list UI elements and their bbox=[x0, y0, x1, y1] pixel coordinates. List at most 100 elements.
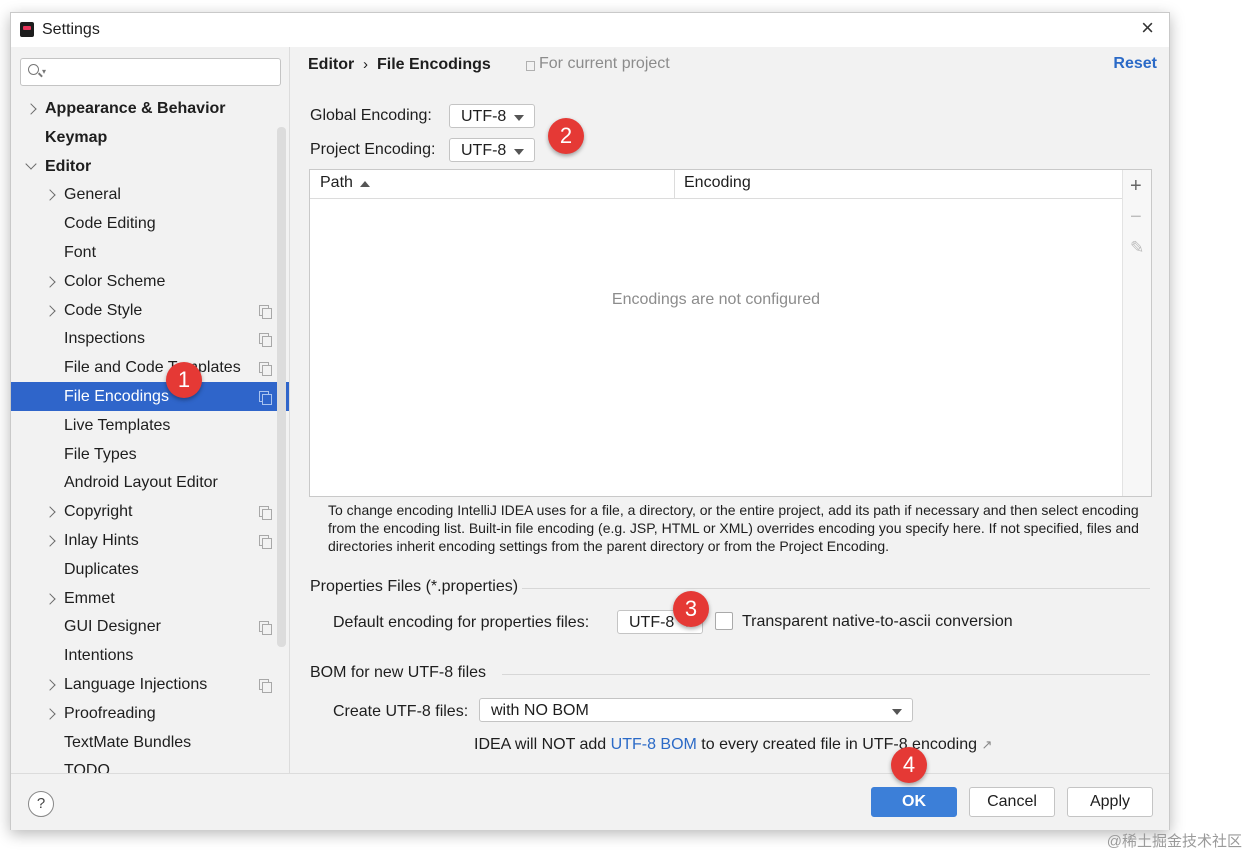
sidebar-item-label: Appearance & Behavior bbox=[45, 100, 226, 117]
breadcrumb-editor[interactable]: Editor bbox=[308, 56, 354, 74]
project-scope-icon bbox=[259, 535, 272, 549]
sidebar-item-file-and-code-templates[interactable]: File and Code Templates bbox=[11, 353, 289, 382]
table-header: Path Encoding bbox=[310, 170, 1122, 199]
watermark: @稀土掘金技术社区 bbox=[1106, 833, 1242, 850]
annotation-badge-2: 2 bbox=[548, 118, 584, 154]
sidebar-item-label: Live Templates bbox=[64, 416, 171, 434]
sidebar-scrollbar[interactable] bbox=[277, 127, 286, 647]
global-encoding-combo[interactable]: UTF-8 bbox=[449, 104, 535, 128]
project-scope-icon bbox=[259, 391, 272, 405]
project-encoding-value: UTF-8 bbox=[461, 142, 507, 159]
chevron-right-icon[interactable] bbox=[44, 506, 56, 518]
remove-icon[interactable]: − bbox=[1130, 207, 1142, 227]
bom-option-combo[interactable]: with NO BOM bbox=[479, 698, 913, 722]
project-encoding-combo[interactable]: UTF-8 bbox=[449, 138, 535, 162]
settings-content: Editor › File Encodings For current proj… bbox=[290, 47, 1169, 773]
sidebar-item-label: GUI Designer bbox=[64, 618, 161, 636]
path-column-header[interactable]: Path bbox=[320, 174, 353, 192]
sidebar-item-label: Inspections bbox=[64, 330, 145, 348]
ok-button[interactable]: OK bbox=[871, 787, 957, 817]
sidebar-item-code-style[interactable]: Code Style bbox=[11, 296, 289, 325]
properties-section-title: Properties Files (*.properties) bbox=[310, 578, 519, 595]
sidebar-item-label: Proofreading bbox=[64, 704, 156, 722]
sidebar-item-label: Editor bbox=[45, 157, 92, 175]
sidebar-item-label: File and Code Templates bbox=[64, 359, 241, 377]
sidebar-item-label: General bbox=[64, 186, 121, 204]
sort-ascending-icon bbox=[360, 181, 370, 187]
native-to-ascii-checkbox[interactable] bbox=[715, 612, 733, 630]
chevron-right-icon[interactable] bbox=[44, 535, 56, 547]
encoding-help-text: To change encoding IntelliJ IDEA uses fo… bbox=[328, 502, 1139, 554]
sidebar-item-keymap[interactable]: Keymap bbox=[11, 123, 289, 152]
chevron-down-icon[interactable] bbox=[25, 157, 37, 170]
chevron-down-icon bbox=[514, 115, 524, 121]
utf8-bom-link[interactable]: UTF-8 BOM bbox=[611, 736, 697, 753]
chevron-right-icon[interactable] bbox=[44, 592, 56, 605]
sidebar-item-appearance-behavior[interactable]: Appearance & Behavior bbox=[11, 94, 289, 123]
chevron-down-icon bbox=[514, 149, 524, 155]
sidebar-item-inlay-hints[interactable]: Inlay Hints bbox=[11, 526, 289, 555]
sidebar-item-label: TODO bbox=[64, 762, 110, 773]
sidebar-item-file-types[interactable]: File Types bbox=[11, 440, 289, 469]
project-scope-icon bbox=[259, 304, 272, 319]
native-to-ascii-label[interactable]: Transparent native-to-ascii conversion bbox=[742, 613, 1013, 631]
dialog-button-bar: ? OK Cancel Apply bbox=[11, 773, 1169, 830]
chevron-down-icon bbox=[892, 709, 902, 715]
sidebar-item-label: Inlay Hints bbox=[64, 532, 139, 549]
section-divider bbox=[522, 588, 1150, 589]
help-button[interactable]: ? bbox=[28, 791, 54, 817]
chevron-right-icon[interactable] bbox=[44, 276, 56, 288]
sidebar-item-label: Android Layout Editor bbox=[64, 474, 218, 492]
sidebar-item-intentions[interactable]: Intentions bbox=[11, 641, 289, 670]
create-utf8-label: Create UTF-8 files: bbox=[333, 703, 469, 720]
sidebar-item-gui-designer[interactable]: GUI Designer bbox=[11, 612, 289, 641]
project-scope-icon bbox=[259, 621, 272, 636]
add-icon[interactable]: + bbox=[1130, 176, 1142, 196]
annotation-badge-3: 3 bbox=[673, 591, 709, 627]
sidebar-item-general[interactable]: General bbox=[11, 180, 289, 209]
settings-search-input[interactable]: ▾ bbox=[20, 58, 281, 86]
apply-button[interactable]: Apply bbox=[1067, 787, 1153, 817]
global-encoding-value: UTF-8 bbox=[461, 108, 507, 125]
sidebar-item-color-scheme[interactable]: Color Scheme bbox=[11, 267, 289, 296]
project-scope-icon bbox=[259, 506, 272, 521]
column-divider[interactable] bbox=[674, 170, 675, 198]
sidebar-item-todo[interactable]: TODO bbox=[11, 756, 289, 773]
sidebar-item-code-editing[interactable]: Code Editing bbox=[11, 209, 289, 238]
chevron-right-icon[interactable] bbox=[44, 679, 56, 691]
sidebar-item-label: Color Scheme bbox=[64, 272, 166, 290]
page-title: File Encodings bbox=[377, 56, 491, 73]
sidebar-item-duplicates[interactable]: Duplicates bbox=[11, 555, 289, 584]
sidebar-item-emmet[interactable]: Emmet bbox=[11, 584, 289, 613]
sidebar-item-textmate-bundles[interactable]: TextMate Bundles bbox=[11, 728, 289, 757]
title-bar: Settings × bbox=[11, 13, 1169, 47]
external-link-icon[interactable]: ↗ bbox=[981, 737, 992, 752]
chevron-right-icon[interactable] bbox=[44, 708, 56, 720]
sidebar-item-font[interactable]: Font bbox=[11, 238, 289, 267]
path-encoding-table[interactable]: Path Encoding Encodings are not configur… bbox=[309, 169, 1152, 497]
sidebar-item-file-encodings[interactable]: File Encodings bbox=[11, 382, 289, 411]
close-icon[interactable]: × bbox=[1141, 15, 1154, 41]
sidebar-item-editor[interactable]: Editor bbox=[11, 152, 289, 181]
search-options-icon[interactable]: ▾ bbox=[42, 67, 46, 76]
annotation-badge-1: 1 bbox=[166, 362, 202, 398]
properties-encoding-label: Default encoding for properties files: bbox=[333, 614, 590, 631]
sidebar-item-live-templates[interactable]: Live Templates bbox=[11, 411, 289, 440]
properties-encoding-value: UTF-8 bbox=[629, 614, 675, 631]
chevron-right-icon[interactable] bbox=[25, 103, 37, 115]
reset-link[interactable]: Reset bbox=[1113, 55, 1157, 73]
chevron-right-icon[interactable] bbox=[44, 189, 56, 202]
encoding-column-header[interactable]: Encoding bbox=[684, 174, 751, 192]
table-toolbar: + − ✎ bbox=[1122, 170, 1151, 496]
scope-label: For current project bbox=[539, 55, 670, 72]
sidebar-item-inspections[interactable]: Inspections bbox=[11, 324, 289, 353]
cancel-button[interactable]: Cancel bbox=[969, 787, 1055, 817]
chevron-right-icon[interactable] bbox=[44, 304, 56, 317]
edit-icon[interactable]: ✎ bbox=[1130, 238, 1144, 258]
sidebar-item-android-layout-editor[interactable]: Android Layout Editor bbox=[11, 468, 289, 497]
sidebar-item-proofreading[interactable]: Proofreading bbox=[11, 699, 289, 728]
project-scope-icon bbox=[526, 61, 535, 71]
sidebar-item-language-injections[interactable]: Language Injections bbox=[11, 670, 289, 699]
sidebar-item-copyright[interactable]: Copyright bbox=[11, 497, 289, 526]
sidebar-item-label: Intentions bbox=[64, 647, 134, 665]
